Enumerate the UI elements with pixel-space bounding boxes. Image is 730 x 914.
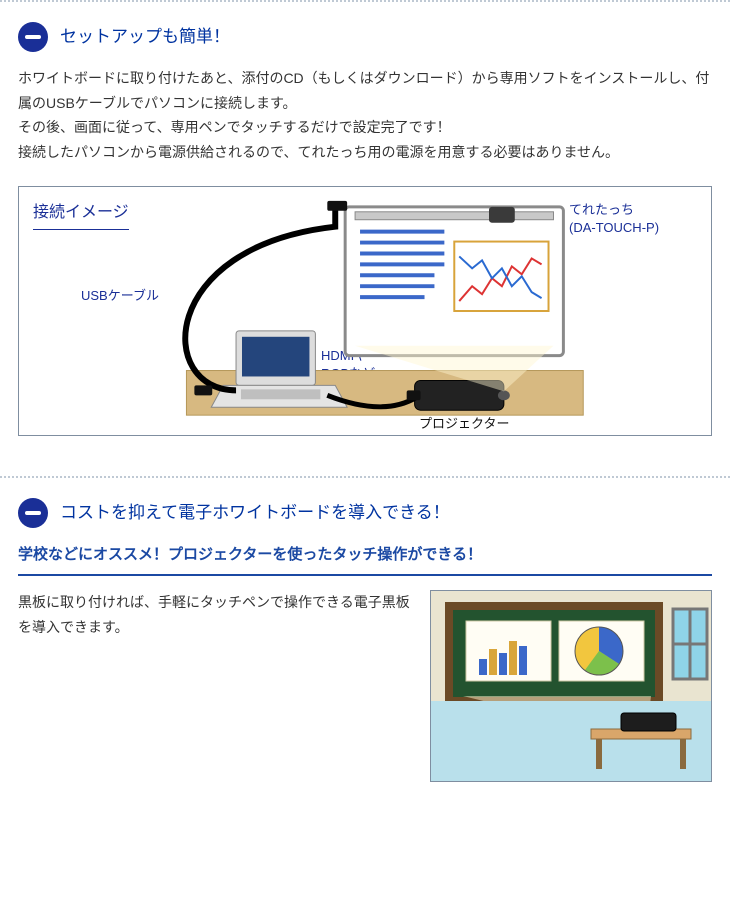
paragraph: その後、画面に従って、専用ペンでタッチするだけで設定完了です！ [18, 115, 712, 140]
section-title: コストを抑えて電子ホワイトボードを導入できる！ [60, 498, 450, 528]
two-column-row: 黒板に取り付ければ、手軽にタッチペンで操作できる電子黒板を導入できます。 [18, 590, 712, 782]
section-header[interactable]: セットアップも簡単！ [18, 22, 722, 52]
connection-diagram: 接続イメージ USBケーブル HDMIや RGBなど プロジェクター てれたっち… [18, 186, 712, 436]
paragraph: 接続したパソコンから電源供給されるので、てれたっち用の電源を用意する必要はありま… [18, 140, 712, 165]
collapse-icon[interactable] [18, 22, 48, 52]
section-title: セットアップも簡単！ [60, 22, 230, 52]
section-subhead: 学校などにオススメ！プロジェクターを使ったタッチ操作ができる！ [18, 542, 712, 576]
diagram-illustration [19, 187, 711, 435]
section-header[interactable]: コストを抑えて電子ホワイトボードを導入できる！ [18, 498, 722, 528]
section-body: ホワイトボードに取り付けたあと、添付のCD（もしくはダウンロード）から専用ソフト… [18, 66, 712, 164]
section-cost: コストを抑えて電子ホワイトボードを導入できる！ 学校などにオススメ！プロジェクタ… [0, 476, 730, 822]
section-setup: セットアップも簡単！ ホワイトボードに取り付けたあと、添付のCD（もしくはダウン… [0, 0, 730, 476]
paragraph: 黒板に取り付ければ、手軽にタッチペンで操作できる電子黒板を導入できます。 [18, 590, 412, 639]
paragraph: ホワイトボードに取り付けたあと、添付のCD（もしくはダウンロード）から専用ソフト… [18, 66, 712, 115]
collapse-icon[interactable] [18, 498, 48, 528]
classroom-illustration [430, 590, 712, 782]
